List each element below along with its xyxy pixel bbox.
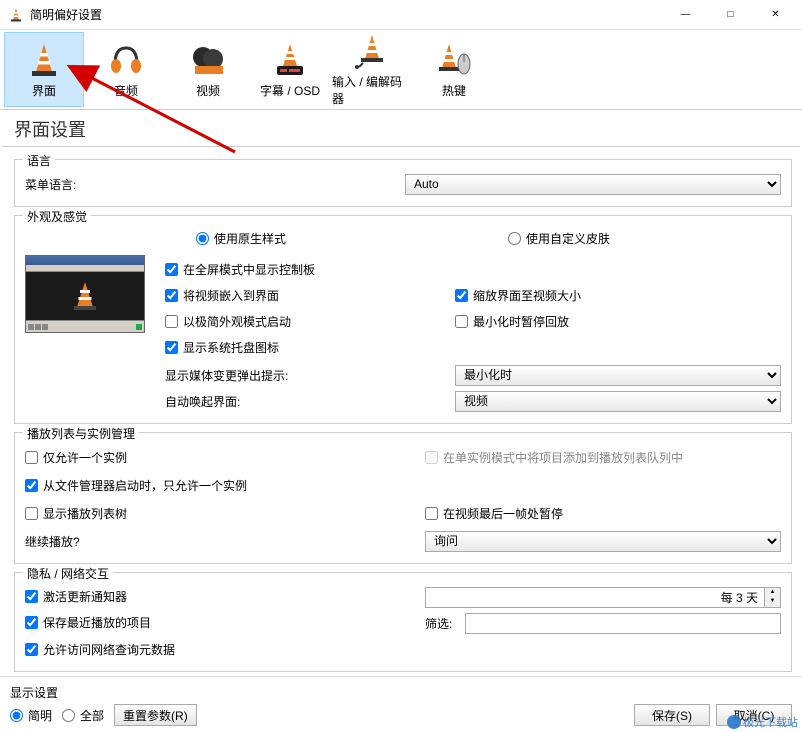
group-title: 外观及感觉 (23, 208, 91, 225)
checkbox-systray-icon[interactable]: 显示系统托盘图标 (165, 339, 279, 356)
save-button[interactable]: 保存(S) (634, 704, 710, 726)
category-label: 界面 (32, 82, 56, 99)
checkbox-pause-last-frame[interactable]: 在视频最后一帧处暂停 (425, 505, 563, 522)
window-title: 简明偏好设置 (30, 6, 663, 23)
checkbox-update-notifier[interactable]: 激活更新通知器 (25, 588, 127, 605)
radio-all-settings[interactable]: 全部 (62, 707, 104, 724)
close-button[interactable]: ✕ (753, 1, 798, 29)
checkbox-filemgr-single[interactable]: 从文件管理器启动时，只允许一个实例 (25, 477, 247, 494)
film-icon (188, 41, 228, 79)
category-hotkeys[interactable]: 热键 (414, 32, 494, 107)
checkbox-show-tree[interactable]: 显示播放列表树 (25, 505, 127, 522)
maximize-button[interactable]: □ (708, 1, 753, 29)
cone-subtitle-icon (270, 41, 310, 79)
category-bar: 界面 音频 视频 字幕 / OSD 输入 / 编解码器 热键 (0, 30, 802, 110)
auto-raise-label: 自动唤起界面: (165, 393, 455, 410)
page-title: 界面设置 (2, 110, 800, 147)
group-title: 播放列表与实例管理 (23, 425, 139, 442)
checkbox-fullscreen-controller[interactable]: 在全屏模式中显示控制板 (165, 261, 315, 278)
media-change-popup-select[interactable]: 最小化时 (455, 365, 781, 386)
checkbox-minimal-start[interactable]: 以极简外观模式启动 (165, 313, 291, 330)
spinner-buttons[interactable]: ▲▼ (765, 587, 781, 608)
watermark-icon (727, 715, 741, 729)
category-audio[interactable]: 音频 (86, 32, 166, 107)
cone-mouse-icon (434, 41, 474, 79)
category-label: 音频 (114, 82, 138, 99)
minimize-button[interactable]: — (663, 1, 708, 29)
checkbox-one-instance[interactable]: 仅允许一个实例 (25, 449, 127, 466)
menu-language-label: 菜单语言: (25, 176, 175, 193)
radio-custom-skin[interactable]: 使用自定义皮肤 (508, 230, 610, 247)
category-label: 热键 (442, 82, 466, 99)
auto-raise-select[interactable]: 视频 (455, 391, 781, 412)
category-video[interactable]: 视频 (168, 32, 248, 107)
category-interface[interactable]: 界面 (4, 32, 84, 107)
update-interval-spinner[interactable]: ▲▼ (425, 587, 781, 608)
category-label: 输入 / 编解码器 (332, 73, 412, 107)
group-look-feel: 外观及感觉 使用原生样式 使用自定义皮肤 在全屏模式中显示控制板 将视频嵌入到界… (14, 215, 792, 424)
menu-language-select[interactable]: Auto (405, 174, 781, 195)
media-change-popup-label: 显示媒体变更弹出提示: (165, 367, 455, 384)
reset-button[interactable]: 重置参数(R) (114, 704, 197, 726)
group-privacy: 隐私 / 网络交互 激活更新通知器 ▲▼ 保存最近播放的项目 筛选: 允许访问网… (14, 572, 792, 672)
native-preview-thumb (25, 255, 145, 333)
update-interval-input[interactable] (425, 587, 765, 608)
show-settings-label: 显示设置 (10, 684, 634, 701)
category-label: 视频 (196, 82, 220, 99)
cone-icon (24, 41, 64, 79)
category-codecs[interactable]: 输入 / 编解码器 (332, 32, 412, 107)
checkbox-embed-video[interactable]: 将视频嵌入到界面 (165, 287, 279, 304)
group-title: 隐私 / 网络交互 (23, 565, 113, 582)
cone-socket-icon (352, 32, 392, 70)
category-subtitles[interactable]: 字幕 / OSD (250, 32, 330, 107)
checkbox-pause-minimize[interactable]: 最小化时暂停回放 (455, 313, 569, 330)
footer: 显示设置 简明 全部 重置参数(R) 保存(S) 取消(C) (0, 676, 802, 732)
settings-scroll-area[interactable]: 语言 菜单语言: Auto 外观及感觉 使用原生样式 使用自定义皮肤 (0, 147, 802, 675)
radio-native-style[interactable]: 使用原生样式 (196, 230, 286, 247)
checkbox-resize-to-video[interactable]: 缩放界面至视频大小 (455, 287, 581, 304)
checkbox-save-recent[interactable]: 保存最近播放的项目 (25, 614, 151, 631)
headphones-icon (106, 41, 146, 79)
titlebar: 简明偏好设置 — □ ✕ (0, 0, 802, 30)
filter-input[interactable] (465, 613, 781, 634)
checkbox-enqueue-single: 在单实例模式中将项目添加到播放列表队列中 (425, 449, 683, 466)
category-label: 字幕 / OSD (260, 82, 320, 99)
group-title: 语言 (23, 152, 55, 169)
group-language: 语言 菜单语言: Auto (14, 159, 792, 207)
radio-simple-settings[interactable]: 简明 (10, 707, 52, 724)
filter-label: 筛选: (425, 615, 465, 632)
continue-playback-select[interactable]: 询问 (425, 531, 781, 552)
group-playlist: 播放列表与实例管理 仅允许一个实例 在单实例模式中将项目添加到播放列表队列中 从… (14, 432, 792, 564)
watermark: 极光下载站 (727, 714, 798, 730)
vlc-icon (8, 7, 24, 23)
checkbox-allow-metadata[interactable]: 允许访问网络查询元数据 (25, 641, 175, 658)
continue-playback-label: 继续播放? (25, 533, 425, 550)
